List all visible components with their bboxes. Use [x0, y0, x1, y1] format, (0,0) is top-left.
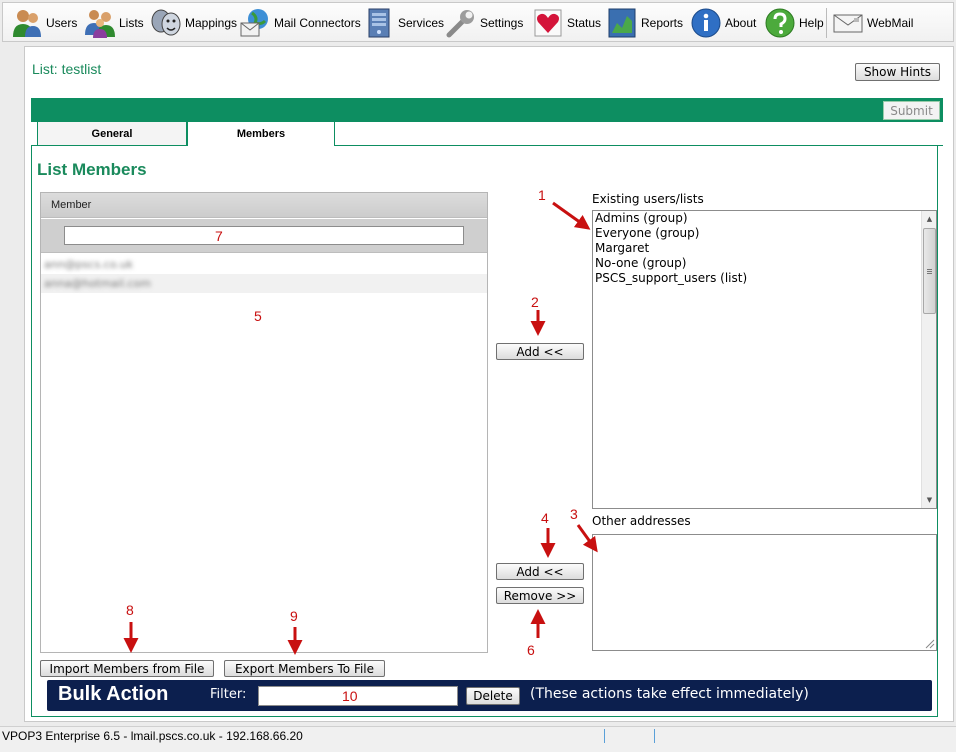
- list-item[interactable]: Admins (group): [595, 211, 688, 226]
- toolbar-webmail[interactable]: WebMail: [832, 3, 913, 43]
- toolbar-lists[interactable]: Lists: [84, 3, 144, 43]
- toolbar-webmail-label: WebMail: [867, 16, 914, 30]
- add-other-button[interactable]: Add <<: [496, 563, 584, 580]
- annotation-2: 2: [531, 294, 539, 310]
- users-icon: [13, 10, 41, 37]
- other-addresses-label: Other addresses: [592, 514, 691, 528]
- annotation-9: 9: [290, 608, 298, 624]
- toolbar-users-label: Users: [46, 16, 78, 30]
- list-item[interactable]: Margaret: [595, 241, 649, 256]
- toolbar-reports-label: Reports: [641, 16, 684, 30]
- toolbar-settings-label: Settings: [480, 16, 524, 30]
- toolbar-separator: [826, 8, 827, 38]
- annotation-3: 3: [570, 506, 578, 522]
- help-icon: [765, 8, 795, 38]
- submit-button[interactable]: Submit: [883, 101, 940, 120]
- delete-button[interactable]: Delete: [466, 687, 520, 705]
- action-bar: [31, 98, 943, 122]
- annotation-1: 1: [538, 187, 546, 203]
- status-heart-icon: [534, 9, 562, 37]
- toolbar-mail-connectors-label: Mail Connectors: [274, 16, 361, 30]
- toolbar-help-label: Help: [799, 16, 824, 30]
- webmail-icon: [833, 14, 863, 33]
- bulk-action-bar: Bulk Action Filter: Delete (These action…: [47, 680, 932, 711]
- annotation-10: 10: [342, 688, 358, 704]
- toolbar-lists-label: Lists: [119, 16, 144, 30]
- status-separator: [654, 729, 655, 743]
- services-icon: [368, 8, 390, 38]
- members-grid: Member ann@pscs.co.uk anna@hotmail.com: [40, 192, 488, 653]
- member-filter-input[interactable]: [64, 226, 464, 245]
- show-hints-button[interactable]: Show Hints: [855, 63, 940, 81]
- toolbar-help[interactable]: Help: [764, 3, 824, 43]
- toolbar-status-label: Status: [567, 16, 602, 30]
- existing-users-label: Existing users/lists: [592, 192, 704, 206]
- add-existing-button[interactable]: Add <<: [496, 343, 584, 360]
- toolbar-reports[interactable]: Reports: [606, 3, 683, 43]
- wrench-icon: [446, 10, 474, 38]
- mappings-icon: [151, 9, 181, 36]
- scroll-down-icon[interactable]: ▼: [922, 492, 937, 508]
- annotation-4: 4: [541, 510, 549, 526]
- toolbar-mappings[interactable]: Mappings: [150, 3, 237, 43]
- table-row[interactable]: anna@hotmail.com: [41, 274, 487, 293]
- status-separator: [604, 729, 605, 743]
- annotation-7: 7: [215, 228, 223, 244]
- existing-users-listbox[interactable]: Admins (group) Everyone (group) Margaret…: [592, 210, 937, 509]
- remove-button[interactable]: Remove >>: [496, 587, 584, 604]
- scroll-thumb[interactable]: [923, 228, 936, 314]
- list-item[interactable]: Everyone (group): [595, 226, 699, 241]
- info-icon: [691, 8, 721, 38]
- toolbar-mail-connectors[interactable]: Mail Connectors: [239, 3, 361, 43]
- toolbar-about-label: About: [725, 16, 757, 30]
- bulk-filter-input[interactable]: [258, 686, 458, 706]
- toolbar-about[interactable]: About: [690, 3, 756, 43]
- other-addresses-textarea[interactable]: [592, 534, 937, 651]
- export-members-button[interactable]: Export Members To File: [224, 660, 385, 677]
- bulk-filter-label: Filter:: [210, 687, 247, 702]
- annotation-5: 5: [254, 308, 262, 324]
- tab-general[interactable]: General: [37, 122, 187, 146]
- status-text: VPOP3 Enterprise 6.5 - lmail.pscs.co.uk …: [2, 729, 303, 743]
- toolbar-users[interactable]: Users: [11, 3, 77, 43]
- list-item[interactable]: PSCS_support_users (list): [595, 271, 747, 286]
- bulk-action-note: (These actions take effect immediately): [530, 686, 809, 702]
- listbox-scrollbar[interactable]: ▲ ▼: [921, 211, 936, 508]
- member-email: ann@pscs.co.uk: [44, 258, 134, 271]
- column-header-member[interactable]: Member: [41, 193, 487, 218]
- lists-icon: [85, 10, 115, 38]
- tab-members[interactable]: Members: [187, 122, 335, 146]
- toolbar-status[interactable]: Status: [532, 3, 601, 43]
- member-email: anna@hotmail.com: [44, 277, 151, 290]
- grip-icon: [927, 268, 932, 274]
- page-title: List: testlist: [32, 61, 102, 77]
- toolbar-services-label: Services: [398, 16, 445, 30]
- toolbar-services[interactable]: Services: [363, 3, 444, 43]
- table-row[interactable]: ann@pscs.co.uk: [41, 255, 487, 274]
- reports-icon: [608, 8, 636, 38]
- mail-connectors-icon: [240, 9, 268, 37]
- scroll-up-icon[interactable]: ▲: [922, 211, 937, 227]
- annotation-8: 8: [126, 602, 134, 618]
- resize-grip-icon[interactable]: [925, 639, 935, 649]
- tab-strip: General Members: [31, 122, 943, 146]
- toolbar-settings[interactable]: Settings: [445, 3, 523, 43]
- main-toolbar: Users Lists Mappings Mail Connectors Ser…: [2, 2, 954, 42]
- list-item[interactable]: No-one (group): [595, 256, 686, 271]
- grid-filter-row: [41, 219, 487, 253]
- annotation-6: 6: [527, 642, 535, 658]
- toolbar-mappings-label: Mappings: [185, 16, 238, 30]
- section-title: List Members: [37, 160, 147, 179]
- import-members-button[interactable]: Import Members from File: [40, 660, 214, 677]
- bulk-action-title: Bulk Action: [58, 683, 169, 705]
- status-bar: VPOP3 Enterprise 6.5 - lmail.pscs.co.uk …: [0, 726, 956, 752]
